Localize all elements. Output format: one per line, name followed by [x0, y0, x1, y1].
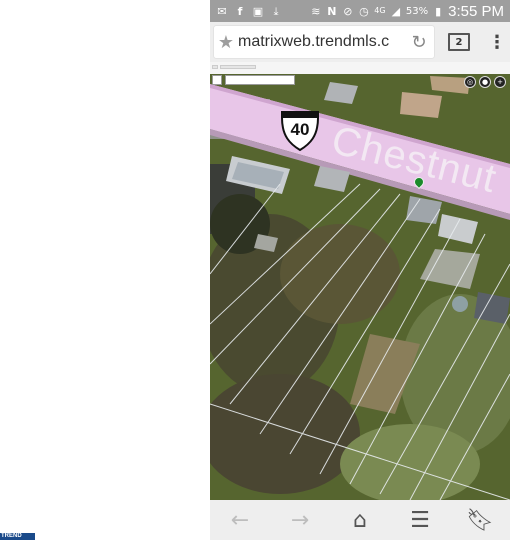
map-legend: [225, 75, 295, 85]
map-controls: ◎ ● +: [464, 76, 506, 88]
forward-icon[interactable]: →: [280, 508, 320, 533]
system-icons: ≋ N ⊘ ◷ 4G ◢ 53% ▮ 3:55 PM: [310, 3, 510, 20]
page-tab[interactable]: [212, 65, 218, 69]
mail-icon: ✉: [217, 4, 227, 18]
clock: 3:55 PM: [448, 2, 504, 20]
facebook-icon: f: [237, 4, 243, 18]
aerial-map[interactable]: ◎ ● + 40 Chestnut: [210, 74, 510, 500]
phone-screen: ✉ f ▣ ⤓ ≋ N ⊘ ◷ 4G ◢ 53% ▮ 3:55 PM ★ mat…: [210, 0, 510, 540]
bookmark-icon[interactable]: 🔖︎: [460, 508, 500, 533]
url-field[interactable]: ★ matrixweb.trendmls.c ↻: [214, 26, 434, 58]
page-tab[interactable]: [220, 65, 256, 69]
mute-icon: ⊘: [343, 4, 353, 18]
wifi-icon: ≋: [311, 4, 321, 18]
signal-icon: ◢: [391, 4, 401, 18]
reload-icon[interactable]: ↻: [406, 32, 432, 53]
download-icon: ⤓: [273, 4, 279, 18]
map-type-select[interactable]: [212, 75, 222, 85]
reader-icon[interactable]: ☰: [400, 508, 440, 533]
map-toolbar: [212, 74, 295, 86]
web-page: ◎ ● + 40 Chestnut: [210, 62, 510, 500]
map-locate-icon[interactable]: ●: [479, 76, 491, 88]
notification-icons: ✉ f ▣ ⤓: [210, 5, 282, 17]
battery-percent: 53%: [405, 5, 429, 17]
overflow-menu-icon[interactable]: ⋮: [488, 32, 506, 53]
alarm-icon: ◷: [359, 4, 369, 18]
browser-bottom-nav: ← → ⌂ ☰ 🔖︎: [210, 500, 510, 540]
trend-watermark: TREND: [0, 533, 35, 540]
home-icon[interactable]: ⌂: [340, 508, 380, 533]
nfc-icon: N: [327, 4, 337, 18]
route-number: 40: [290, 120, 310, 139]
url-text[interactable]: matrixweb.trendmls.c: [238, 33, 406, 51]
tabs-button[interactable]: 2: [448, 33, 470, 51]
page-tabs: [212, 65, 256, 69]
tab-count: 2: [455, 36, 463, 48]
status-bar: ✉ f ▣ ⤓ ≋ N ⊘ ◷ 4G ◢ 53% ▮ 3:55 PM: [210, 0, 510, 22]
back-icon[interactable]: ←: [220, 508, 260, 533]
watermark-text: TREND: [1, 533, 22, 539]
lte-icon: 4G: [374, 6, 386, 15]
battery-icon: ▮: [435, 4, 442, 18]
map-zoom-in-icon[interactable]: +: [494, 76, 506, 88]
star-icon[interactable]: ★: [214, 32, 238, 53]
gallery-icon: ▣: [252, 4, 264, 18]
browser-toolbar: ★ matrixweb.trendmls.c ↻ 2 ⋮: [210, 22, 510, 62]
map-compass-icon[interactable]: ◎: [464, 76, 476, 88]
